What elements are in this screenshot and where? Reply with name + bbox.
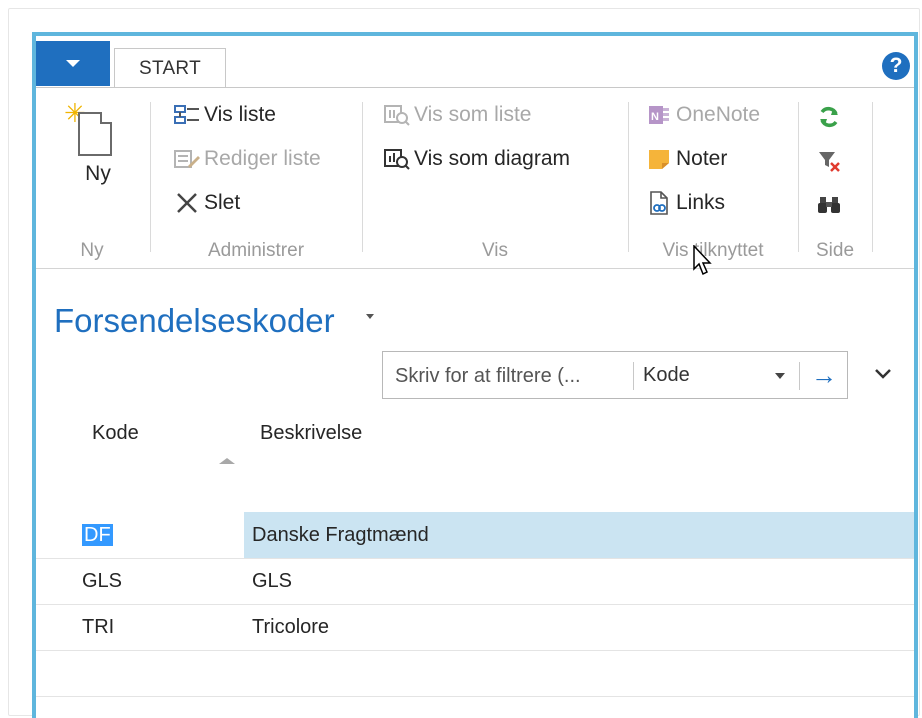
ribbon-group-administrer: Vis liste Rediger liste Slet Administrer <box>152 88 360 268</box>
filter-go-arrow-icon[interactable]: → <box>801 352 847 398</box>
cell-beskrivelse[interactable]: Danske Fragtmænd <box>252 512 429 558</box>
noter-button[interactable]: Noter <box>646 146 727 172</box>
list-search-icon <box>384 102 410 128</box>
vis-liste-label: Vis liste <box>204 103 276 126</box>
ny-button-label: Ny <box>85 162 111 185</box>
group-label-side: Side <box>815 240 855 261</box>
onenote-label: OneNote <box>676 103 761 126</box>
ribbon-separator <box>872 102 873 252</box>
cell-kode[interactable]: TRI <box>82 604 114 650</box>
links-button[interactable]: Links <box>646 190 725 216</box>
onenote-button[interactable]: N OneNote <box>646 102 760 128</box>
cell-beskrivelse[interactable]: Tricolore <box>252 604 329 650</box>
filter-divider <box>633 362 634 390</box>
group-label-vis: Vis <box>481 240 509 261</box>
collapse-chevron-icon[interactable] <box>872 362 894 384</box>
delete-x-icon <box>174 190 200 216</box>
clear-filter-button[interactable] <box>816 148 846 174</box>
refresh-button[interactable] <box>816 104 846 130</box>
edit-list-icon <box>174 146 200 172</box>
cell-kode[interactable]: GLS <box>82 558 122 604</box>
table-row[interactable]: TRI Tricolore <box>36 604 914 651</box>
sort-ascending-icon <box>219 458 235 464</box>
vis-som-diagram-button[interactable]: Vis som diagram <box>384 146 570 172</box>
ribbon-separator <box>628 102 629 252</box>
noter-label: Noter <box>676 147 728 170</box>
cell-beskrivelse[interactable]: GLS <box>252 558 292 604</box>
page-title: Forsendelseskoder <box>54 302 335 339</box>
ribbon-group-vis-tilknyttet: N OneNote Noter Links Vis tilknyttet <box>630 88 796 268</box>
vis-som-liste-label: Vis som liste <box>414 103 532 126</box>
new-document-icon <box>78 112 112 156</box>
ribbon-group-side: Side <box>800 88 870 268</box>
column-header-kode[interactable]: Kode <box>92 422 139 445</box>
help-icon[interactable]: ? <box>882 52 910 80</box>
ribbon-separator <box>150 102 151 252</box>
column-header-beskrivelse[interactable]: Beskrivelse <box>260 422 362 445</box>
table-row[interactable]: GLS GLS <box>36 558 914 605</box>
filter-box: Kode → <box>382 351 848 400</box>
vis-som-liste-button[interactable]: Vis som liste <box>384 102 531 128</box>
svg-text:N: N <box>651 111 659 123</box>
ribbon-group-vis: Vis som liste Vis som diagram Vis <box>364 88 626 268</box>
tab-strip: START ? <box>36 36 914 88</box>
ny-button[interactable]: ✳ Ny <box>58 98 138 223</box>
clear-filter-icon <box>816 148 842 174</box>
ribbon-separator <box>798 102 799 252</box>
ribbon-separator <box>362 102 363 252</box>
ribbon-group-ny: ✳ Ny Ny <box>36 88 148 268</box>
app-window: START ? ✳ Ny Ny Vis liste Rediger liste … <box>32 32 918 718</box>
binoculars-icon <box>816 192 842 218</box>
rediger-liste-label: Rediger liste <box>204 147 321 170</box>
slet-label: Slet <box>204 191 241 214</box>
tab-start[interactable]: START <box>114 48 226 88</box>
chart-search-icon <box>384 146 410 172</box>
table-row-empty <box>36 650 914 697</box>
vis-som-diagram-label: Vis som diagram <box>414 147 571 170</box>
row-selector-cell <box>36 512 244 558</box>
table-row[interactable]: DF Danske Fragtmænd <box>36 512 914 559</box>
group-label-administrer: Administrer <box>207 240 305 261</box>
cell-kode[interactable]: DF <box>82 512 113 558</box>
group-label-ny: Ny <box>80 240 104 261</box>
ribbon: ✳ Ny Ny Vis liste Rediger liste Slet Adm… <box>36 87 914 269</box>
slet-button[interactable]: Slet <box>174 190 240 216</box>
find-button[interactable] <box>816 192 846 218</box>
filter-divider <box>799 362 800 390</box>
vis-liste-button[interactable]: Vis liste <box>174 102 276 128</box>
mouse-cursor-icon <box>693 245 712 276</box>
selected-text: DF <box>82 524 113 546</box>
rediger-liste-button[interactable]: Rediger liste <box>174 146 321 172</box>
app-menu-button[interactable] <box>36 41 110 86</box>
list-view-icon <box>174 102 200 128</box>
filter-input[interactable] <box>383 352 645 400</box>
refresh-icon <box>816 104 842 130</box>
chevron-down-icon[interactable] <box>775 373 785 379</box>
title-dropdown-icon[interactable] <box>366 314 374 319</box>
link-document-icon <box>646 190 672 216</box>
onenote-icon: N <box>646 102 672 128</box>
note-icon <box>646 146 672 172</box>
filter-field-select[interactable]: Kode <box>643 352 690 398</box>
links-label: Links <box>676 191 726 214</box>
chevron-down-icon <box>66 60 80 67</box>
